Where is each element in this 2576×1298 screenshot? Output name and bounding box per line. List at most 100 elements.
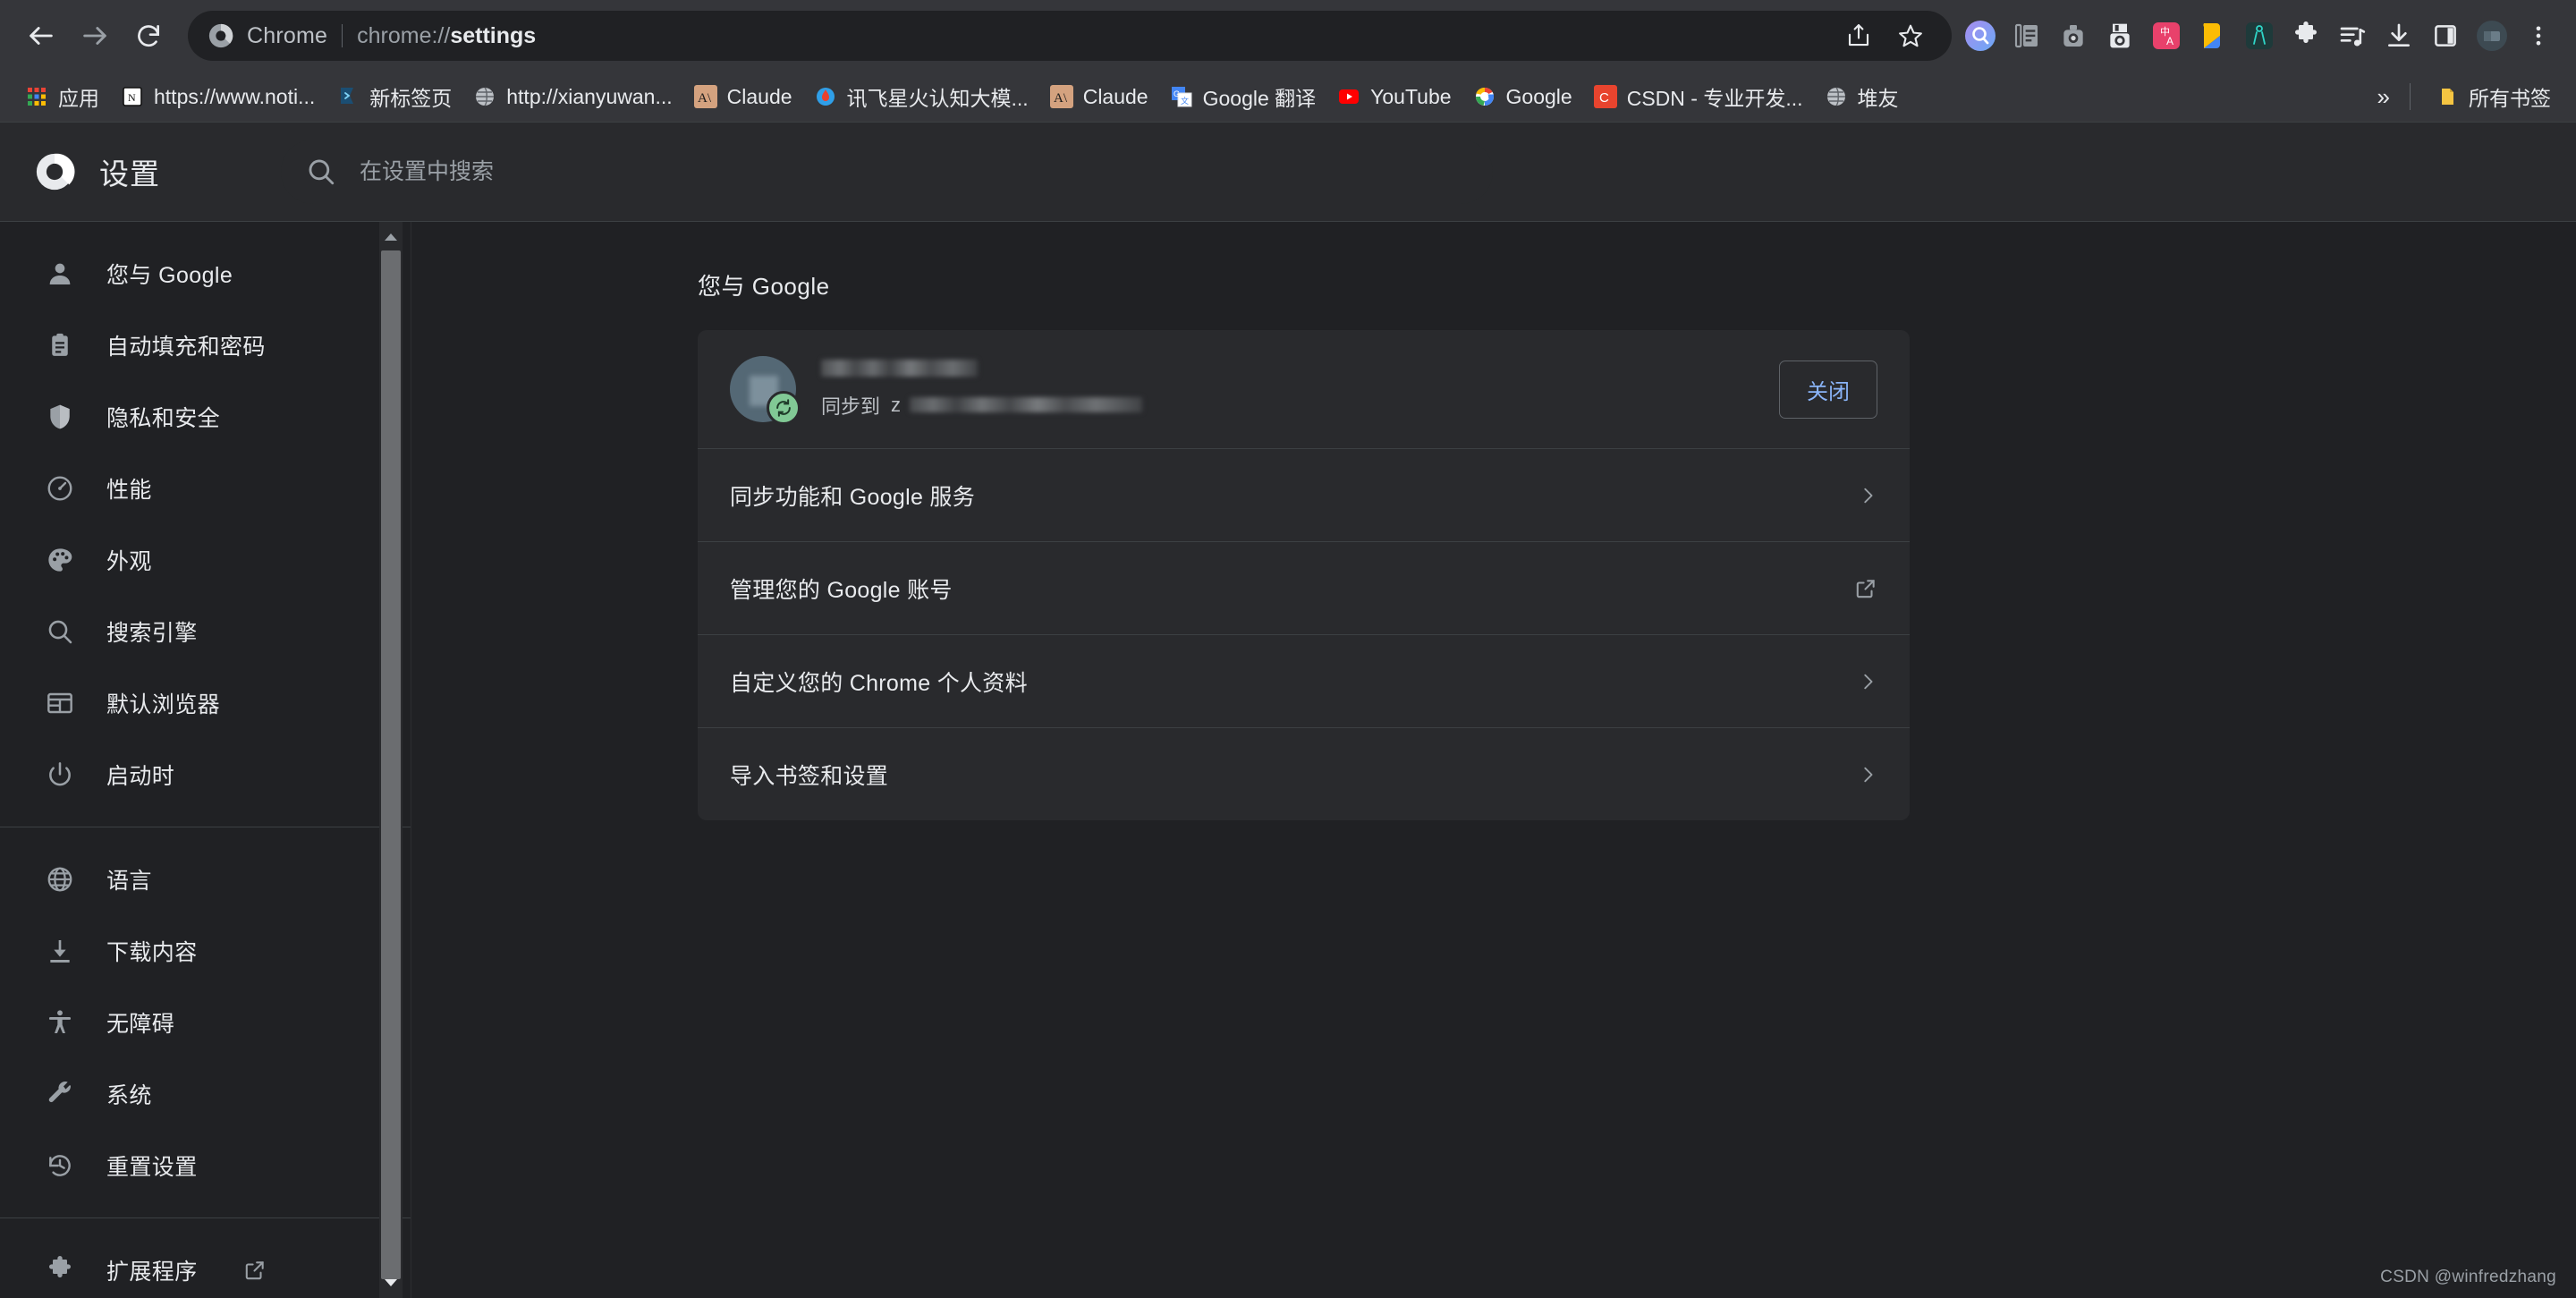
sidebar-item-label: 下载内容 bbox=[106, 940, 198, 965]
turn-off-sync-button[interactable]: 关闭 bbox=[1779, 360, 1877, 419]
sidebar-item-privacy-security[interactable]: 隐私和安全 bbox=[0, 381, 411, 453]
google-icon bbox=[1473, 85, 1496, 108]
list-item-manage-google-account[interactable]: 管理您的 Google 账号 bbox=[698, 541, 1910, 634]
bookmark-item-duiyou[interactable]: 堆友 bbox=[1814, 76, 1910, 117]
chevron-right-icon bbox=[1858, 765, 1877, 785]
sidebar-scrollbar[interactable] bbox=[379, 222, 402, 1298]
bookmark-item-spark[interactable]: 讯飞星火认知大模... bbox=[803, 76, 1039, 117]
list-item-label: 同步功能和 Google 服务 bbox=[730, 484, 976, 510]
camera-extension-icon bbox=[2063, 25, 2083, 47]
puzzle-extensions-icon bbox=[2295, 21, 2317, 43]
omnibox-url: chrome://settings bbox=[357, 22, 537, 48]
google-translate-icon: G文 bbox=[1170, 85, 1193, 108]
bookmark-item-apps[interactable]: 应用 bbox=[14, 76, 110, 117]
compass-extension-button[interactable] bbox=[2238, 14, 2281, 57]
sidebar-item-default-browser[interactable]: 默认浏览器 bbox=[0, 667, 411, 739]
claude-icon: A\ bbox=[693, 85, 717, 108]
extensions-button[interactable] bbox=[2284, 14, 2327, 57]
reading-list-button[interactable] bbox=[2005, 14, 2048, 57]
sidebar-item-label: 扩展程序 bbox=[106, 1260, 198, 1285]
reload-button[interactable] bbox=[123, 11, 174, 61]
bookmark-item-claude-1[interactable]: A\ Claude bbox=[683, 80, 803, 115]
screenshot-extension-icon bbox=[2110, 23, 2130, 48]
settings-sidebar: 您与 Google 自动填充和密码 隐私和安全 性能 外观 搜索引擎 默认浏览器… bbox=[0, 222, 411, 1298]
share-button[interactable] bbox=[1837, 14, 1880, 57]
media-playlist-button[interactable] bbox=[2331, 14, 2374, 57]
profile-avatar-button[interactable] bbox=[2470, 14, 2513, 57]
profile-avatar-icon bbox=[2477, 21, 2507, 51]
sidebar-item-reset-settings[interactable]: 重置设置 bbox=[0, 1130, 411, 1201]
shield-icon bbox=[43, 400, 77, 434]
sidebar-item-downloads[interactable]: 下载内容 bbox=[0, 915, 411, 987]
sidebar-item-autofill[interactable]: 自动填充和密码 bbox=[0, 310, 411, 381]
bookmark-item-new-tab[interactable]: 新标签页 bbox=[326, 76, 462, 117]
address-bar[interactable]: Chrome chrome://settings bbox=[188, 11, 1952, 61]
back-button[interactable] bbox=[16, 11, 66, 61]
bookmark-item-google[interactable]: Google bbox=[1462, 80, 1583, 115]
chrome-menu-button[interactable] bbox=[2517, 14, 2560, 57]
you-and-google-card: 同步到 z 关闭 同步功能和 Google 服务 管理您的 Google 账号 … bbox=[698, 330, 1910, 820]
sidebar-item-languages[interactable]: 语言 bbox=[0, 844, 411, 915]
sidebar-item-on-startup[interactable]: 启动时 bbox=[0, 739, 411, 810]
bookmark-item-claude-2[interactable]: A\ Claude bbox=[1039, 80, 1159, 115]
settings-search-box[interactable] bbox=[281, 140, 1493, 204]
bookmarks-overflow-button[interactable]: » bbox=[2358, 83, 2410, 111]
sidebar-item-system[interactable]: 系统 bbox=[0, 1058, 411, 1130]
youtube-icon bbox=[1337, 85, 1360, 108]
downloads-button[interactable] bbox=[2377, 14, 2420, 57]
search-companion-button[interactable] bbox=[1959, 14, 2002, 57]
bookmark-label: https://www.noti... bbox=[154, 84, 316, 108]
sync-account-initial: z bbox=[891, 393, 902, 416]
keep-extension-button[interactable] bbox=[2191, 14, 2234, 57]
sidebar-item-you-and-google[interactable]: 您与 Google bbox=[0, 238, 411, 310]
globe-icon bbox=[43, 862, 77, 896]
settings-body: 您与 Google 自动填充和密码 隐私和安全 性能 外观 搜索引擎 默认浏览器… bbox=[0, 221, 2576, 1298]
bookmark-star-button[interactable] bbox=[1889, 14, 1932, 57]
list-item-customize-chrome-profile[interactable]: 自定义您的 Chrome 个人资料 bbox=[698, 634, 1910, 727]
bookmark-item-xianyuwan[interactable]: http://xianyuwan... bbox=[462, 80, 682, 115]
sidebar-item-label: 默认浏览器 bbox=[106, 692, 221, 717]
account-text: 同步到 z bbox=[821, 359, 1779, 420]
bookmarks-overflow-area: » 所有书签 bbox=[2358, 76, 2562, 117]
palette-icon bbox=[43, 543, 77, 577]
scrollbar-up-arrow[interactable] bbox=[379, 224, 402, 250]
bookmark-label: Claude bbox=[726, 84, 792, 108]
puzzle-icon bbox=[43, 1253, 77, 1287]
sidebar-item-extensions[interactable]: 扩展程序 bbox=[0, 1234, 411, 1298]
accessibility-icon bbox=[43, 1005, 77, 1039]
forward-button[interactable] bbox=[70, 11, 120, 61]
open-in-new-icon bbox=[243, 1259, 267, 1282]
camera-extension-button[interactable] bbox=[2052, 14, 2095, 57]
sync-prefix-label: 同步到 bbox=[821, 394, 881, 418]
search-input[interactable] bbox=[360, 158, 1468, 185]
bookmark-item-youtube[interactable]: YouTube bbox=[1326, 80, 1462, 115]
bookmark-label: Claude bbox=[1082, 84, 1148, 108]
history-restore-icon bbox=[43, 1149, 77, 1183]
translate-extension-button[interactable]: 中 A bbox=[2145, 14, 2188, 57]
bookmark-label: Google 翻译 bbox=[1202, 87, 1317, 110]
reading-list-icon bbox=[2014, 23, 2038, 48]
bookmark-item-notion[interactable]: N https://www.noti... bbox=[110, 80, 326, 115]
sidebar-item-search-engine[interactable]: 搜索引擎 bbox=[0, 596, 411, 667]
sidebar-item-accessibility[interactable]: 无障碍 bbox=[0, 987, 411, 1058]
screenshot-extension-button[interactable] bbox=[2098, 14, 2141, 57]
account-row: 同步到 z 关闭 bbox=[698, 330, 1910, 448]
all-bookmarks-button[interactable]: 所有书签 bbox=[2425, 76, 2562, 117]
bookmark-item-google-translate[interactable]: G文 Google 翻译 bbox=[1159, 76, 1327, 117]
sidebar-item-performance[interactable]: 性能 bbox=[0, 453, 411, 524]
side-panel-button[interactable] bbox=[2424, 14, 2467, 57]
watermark: CSDN @winfredzhang bbox=[2380, 1268, 2556, 1286]
settings-header: 设置 bbox=[0, 123, 2576, 221]
folder-icon bbox=[2436, 85, 2459, 108]
svg-text:文: 文 bbox=[1181, 96, 1189, 106]
scrollbar-thumb[interactable] bbox=[381, 250, 401, 1279]
bookmark-item-csdn[interactable]: C CSDN - 专业开发... bbox=[1583, 76, 1814, 117]
chrome-logo-icon bbox=[208, 23, 233, 48]
list-item-sync-and-google-services[interactable]: 同步功能和 Google 服务 bbox=[698, 448, 1910, 541]
list-item-import-bookmarks-settings[interactable]: 导入书签和设置 bbox=[698, 727, 1910, 820]
sidebar-item-label: 语言 bbox=[106, 869, 152, 894]
scrollbar-down-arrow[interactable] bbox=[379, 1269, 402, 1296]
keep-extension-icon bbox=[2203, 23, 2220, 48]
chevron-right-icon bbox=[1858, 486, 1877, 505]
sidebar-item-appearance[interactable]: 外观 bbox=[0, 524, 411, 596]
